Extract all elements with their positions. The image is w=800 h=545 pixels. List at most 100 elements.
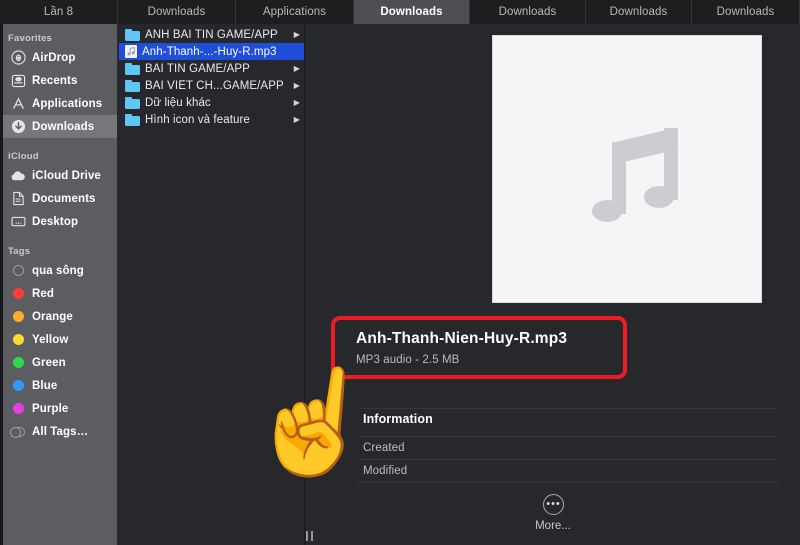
sidebar-item-recents[interactable]: Recents: [0, 69, 117, 92]
sidebar-item-airdrop[interactable]: AirDrop: [0, 46, 117, 69]
sidebar-item-label: qua sông: [32, 265, 84, 277]
tab-1[interactable]: Downloads: [118, 0, 236, 24]
sidebar-item-red[interactable]: Red: [0, 282, 117, 305]
file-list-item[interactable]: Dữ liệu khác ▶: [119, 94, 304, 111]
file-list-item[interactable]: ẢNH BÀI TIN GAME/APP ▶: [119, 26, 304, 43]
sidebar-item-downloads[interactable]: Downloads: [0, 115, 117, 138]
sidebar-section-header: Favorites: [0, 30, 117, 46]
chevron-right-icon: ▶: [294, 64, 300, 73]
sidebar-item-icloud-drive[interactable]: iCloud Drive: [0, 164, 117, 187]
applications-icon: [10, 96, 26, 112]
sidebar-item-label: Applications: [32, 98, 102, 110]
column-resize-handle[interactable]: [301, 529, 317, 543]
tab-2[interactable]: Applications: [236, 0, 354, 24]
folder-icon: [125, 29, 140, 41]
airdrop-icon: [10, 50, 26, 66]
sidebar-item-green[interactable]: Green: [0, 351, 117, 374]
downloads-icon: [10, 119, 26, 135]
sidebar-item-label: Blue: [32, 380, 57, 392]
sidebar-item-label: Orange: [32, 311, 73, 323]
sidebar-item-label: Documents: [32, 193, 96, 205]
sidebar-item-label: Recents: [32, 75, 77, 87]
tab-label: Downloads: [610, 6, 668, 18]
tab-4[interactable]: Downloads: [470, 0, 586, 24]
all-tags-icon: [10, 424, 26, 440]
sidebar-item-label: Downloads: [32, 121, 94, 133]
ellipsis-circle-icon: •••: [543, 494, 564, 515]
file-list-item[interactable]: Hình icon và feature▶: [119, 111, 304, 128]
divider-3: [358, 482, 778, 483]
sidebar-section-header: iCloud: [0, 148, 117, 164]
folder-icon: [125, 63, 140, 75]
file-list-item[interactable]: BÀI TIN GAME/APP ▶: [119, 60, 304, 77]
file-list-item-label: Anh-Thanh-...-Huy-R.mp3: [142, 46, 300, 58]
music-note-icon: [567, 104, 687, 234]
file-list-item[interactable]: BÀI VIẾT CH...GAME/APP ▶: [119, 77, 304, 94]
finder-window: Lần 8 Downloads Applications Downloads Downl…: [0, 0, 800, 545]
tab-label: Downloads: [148, 6, 206, 18]
tab-label: Lần 8: [44, 6, 73, 18]
sidebar-item-label: iCloud Drive: [32, 170, 101, 182]
more-button-label: More...: [535, 520, 571, 532]
pointing-up-hand-emoji: ☝: [242, 363, 350, 490]
sidebar-item-desktop[interactable]: Desktop: [0, 210, 117, 233]
chevron-right-icon: ▶: [294, 98, 300, 107]
folder-icon: [125, 114, 140, 126]
folder-icon: [125, 97, 140, 109]
tag-dot-icon: [10, 401, 26, 417]
file-thumbnail: [492, 35, 762, 303]
sidebar-section-header: Tags: [0, 243, 117, 259]
file-name-text: Anh-Thanh-Nien-Huy-R.mp3: [356, 330, 776, 348]
sidebar[interactable]: FavoritesAirDrop Recents Applications Downl…: [0, 24, 118, 545]
file-meta-text: MP3 audio - 2.5 MB: [356, 354, 776, 366]
tag-dot-icon: [10, 263, 26, 279]
file-info-block: Anh-Thanh-Nien-Huy-R.mp3 MP3 audio - 2.5…: [356, 330, 776, 366]
documents-icon: [10, 191, 26, 207]
chevron-right-icon: ▶: [294, 30, 300, 39]
sidebar-item-blue[interactable]: Blue: [0, 374, 117, 397]
file-list-item-label: Hình icon và feature: [145, 114, 290, 126]
tag-dot-icon: [10, 286, 26, 302]
tab-label: Applications: [263, 6, 326, 18]
tab-label: Downloads: [717, 6, 775, 18]
tab-label: Downloads: [499, 6, 557, 18]
desktop-icon: [10, 214, 26, 230]
sidebar-item-label: Desktop: [32, 216, 78, 228]
tag-dot-icon: [10, 378, 26, 394]
divider-2: [358, 459, 778, 460]
sidebar-item-applications[interactable]: Applications: [0, 92, 117, 115]
tag-dot-icon: [10, 332, 26, 348]
file-list-item-label: ẢNH BÀI TIN GAME/APP: [145, 29, 290, 41]
sidebar-item-purple[interactable]: Purple: [0, 397, 117, 420]
tag-dot-icon: [10, 309, 26, 325]
sidebar-item-label: Purple: [32, 403, 68, 415]
folder-icon: [125, 80, 140, 92]
chevron-right-icon: ▶: [294, 81, 300, 90]
divider-1: [358, 436, 778, 437]
tag-dot-icon: [10, 355, 26, 371]
mp3-file-icon: [125, 45, 137, 58]
tab-bar: Lần 8 Downloads Applications Downloads Downl…: [0, 0, 800, 24]
more-button[interactable]: ••• More...: [306, 494, 800, 532]
sidebar-item-label: Green: [32, 357, 66, 369]
file-list-item-label: BÀI VIẾT CH...GAME/APP: [145, 80, 290, 92]
recents-icon: [10, 73, 26, 89]
file-list-item-label: BÀI TIN GAME/APP: [145, 63, 290, 75]
sidebar-item-documents[interactable]: Documents: [0, 187, 117, 210]
sidebar-item-label: Yellow: [32, 334, 68, 346]
tab-5[interactable]: Downloads: [586, 0, 692, 24]
sidebar-item-label: Red: [32, 288, 54, 300]
file-list-item-label: Dữ liệu khác: [145, 97, 290, 109]
window-left-edge: [0, 24, 3, 545]
tab-6[interactable]: Downloads: [692, 0, 800, 24]
cloud-icon: [10, 168, 26, 184]
tab-3[interactable]: Downloads: [354, 0, 470, 24]
file-list-item[interactable]: Anh-Thanh-...-Huy-R.mp3: [119, 43, 304, 60]
sidebar-item-label: All Tags…: [32, 426, 88, 438]
tab-0[interactable]: Lần 8: [0, 0, 118, 24]
tab-label: Downloads: [380, 6, 442, 18]
sidebar-item-orange[interactable]: Orange: [0, 305, 117, 328]
sidebar-item-yellow[interactable]: Yellow: [0, 328, 117, 351]
sidebar-item-all-tags[interactable]: All Tags…: [0, 420, 117, 443]
sidebar-item-qua-s-ng[interactable]: qua sông: [0, 259, 117, 282]
